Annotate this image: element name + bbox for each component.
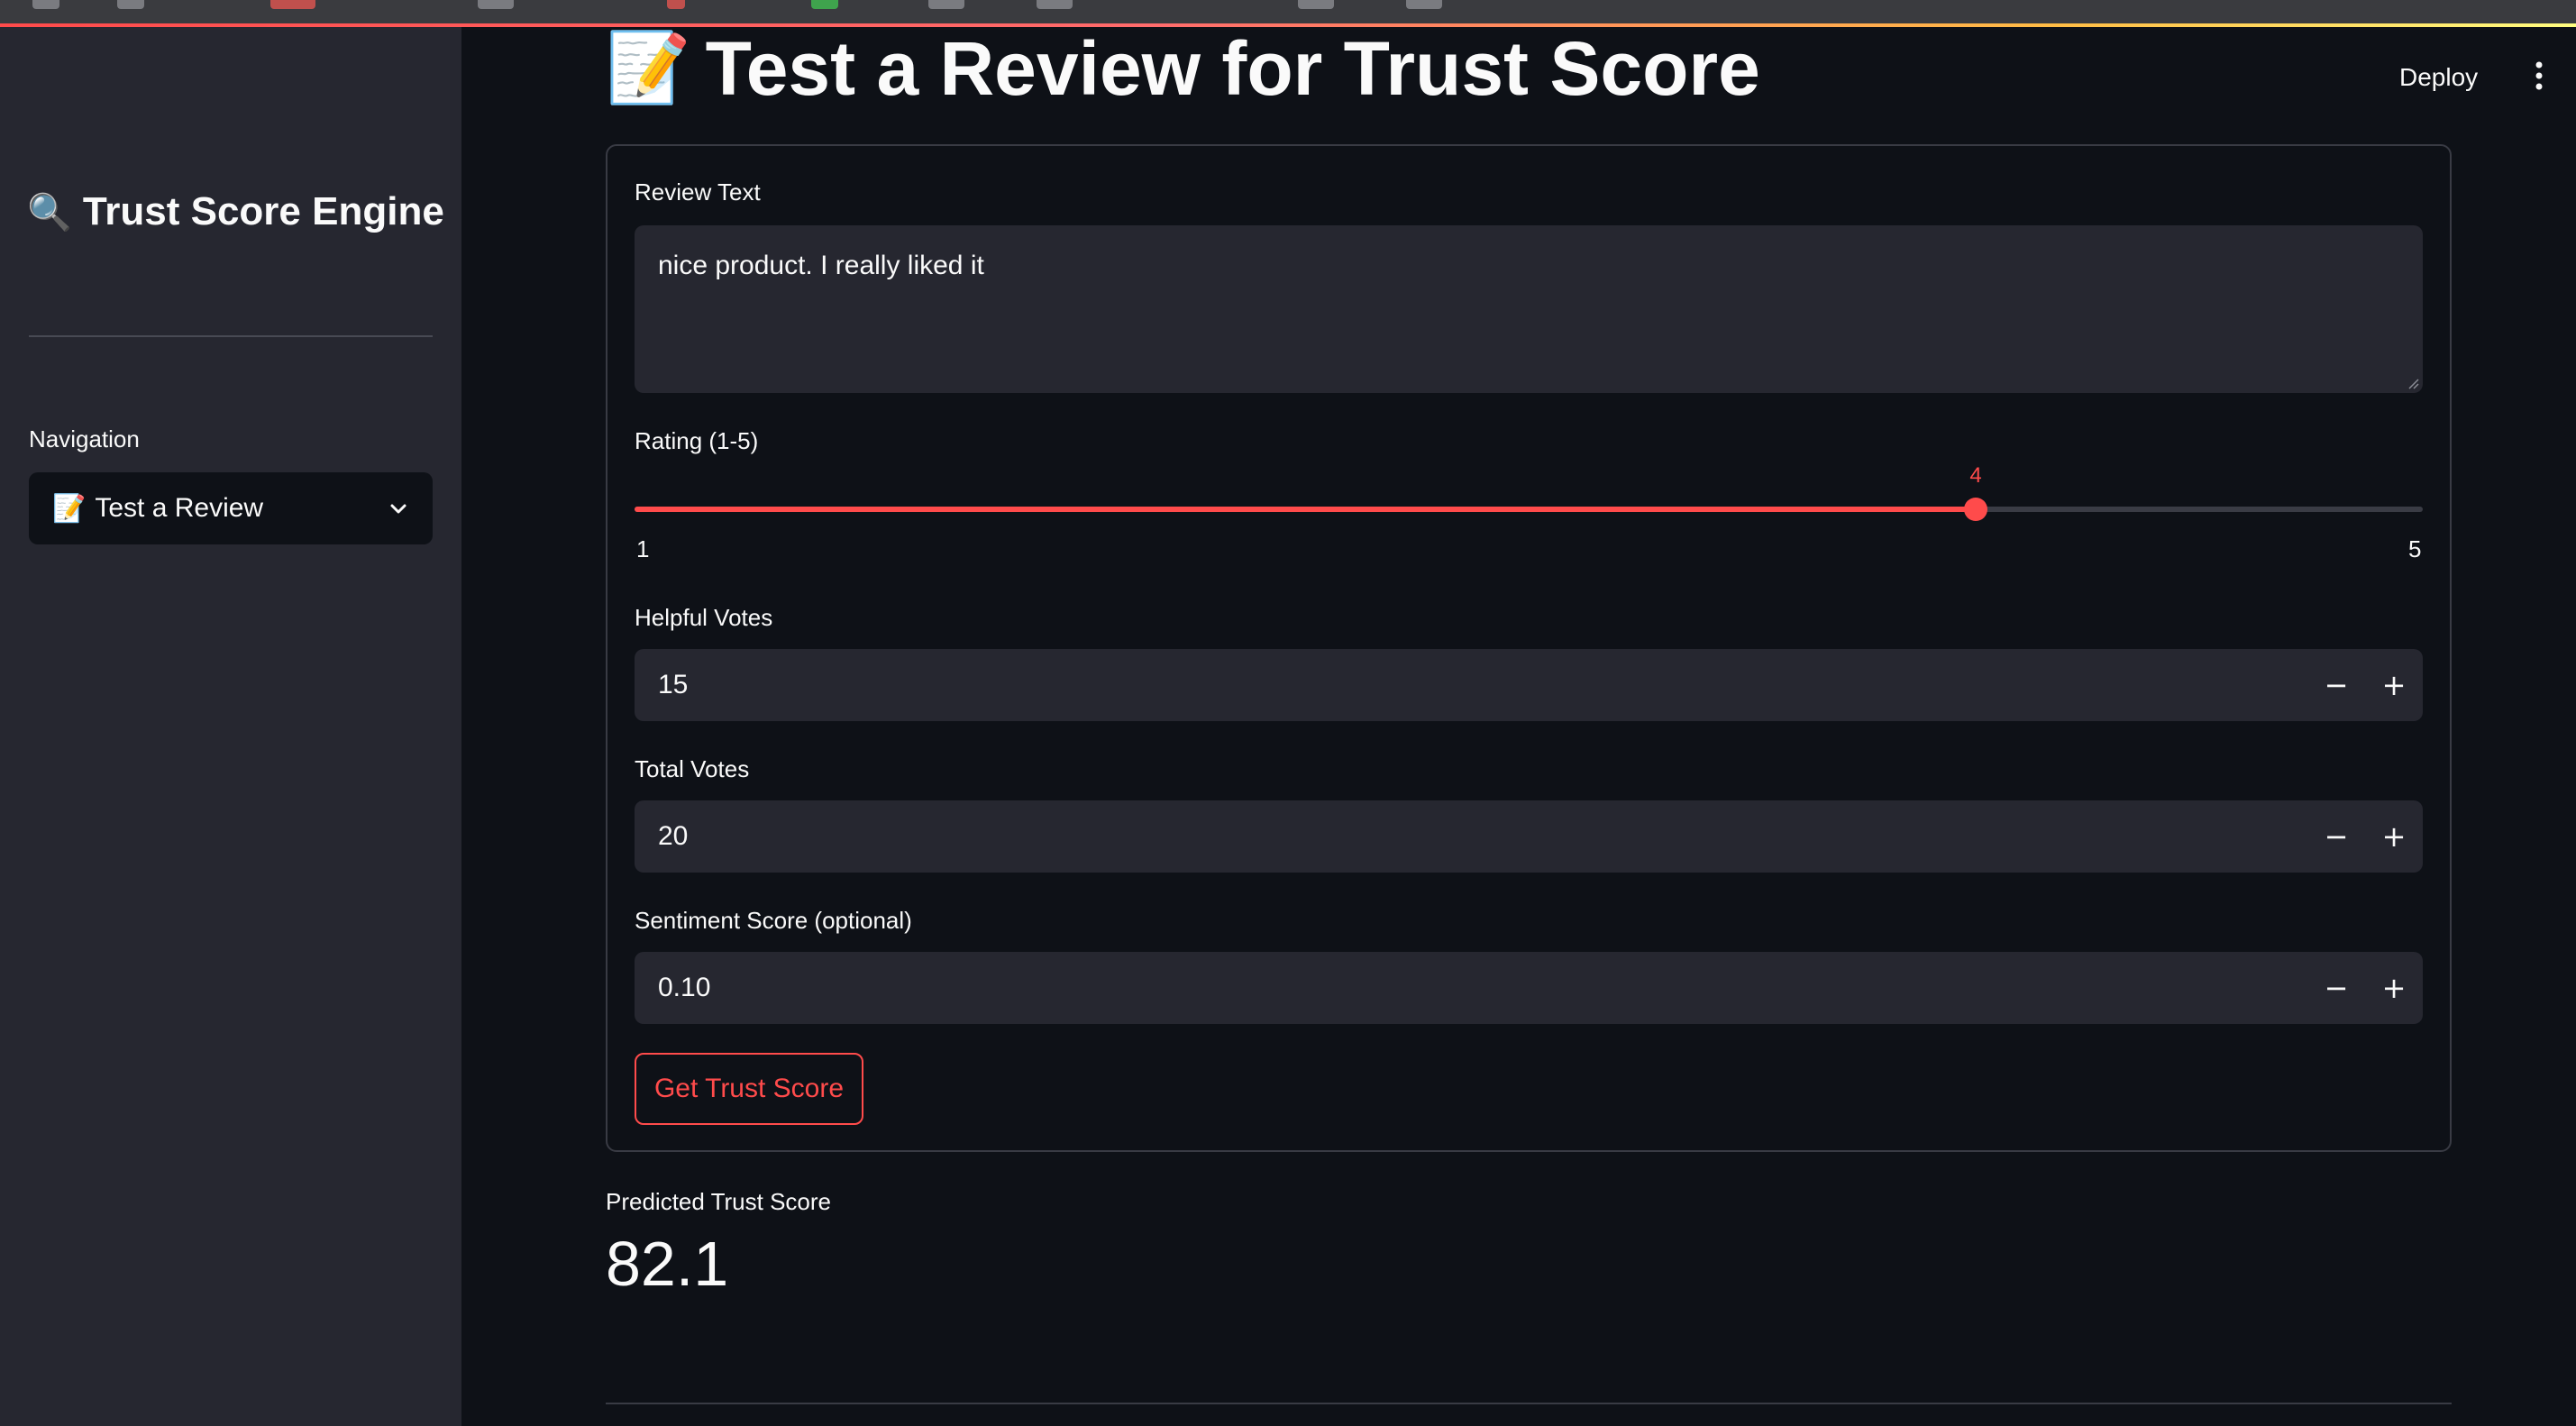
chevron-down-icon <box>390 504 406 514</box>
rating-slider[interactable]: 4 <box>635 463 2423 521</box>
trust-score-label: Predicted Trust Score <box>606 1188 831 1215</box>
helpful-votes-value: 15 <box>658 670 689 699</box>
sidebar: 🔍 Trust Score Engine Navigation 📝 Test a… <box>0 27 461 1426</box>
browser-bookmarks-bar <box>0 0 2576 23</box>
sentiment-score-label: Sentiment Score (optional) <box>635 907 912 934</box>
sidebar-title-text: Trust Score Engine <box>82 189 444 233</box>
deploy-button[interactable]: Deploy <box>2394 59 2483 96</box>
total-votes-value: 20 <box>658 821 689 851</box>
page-title: 📝 Test a Review for Trust Score <box>606 25 1760 112</box>
rating-slider-thumb[interactable] <box>1964 498 1987 521</box>
bookmark-item[interactable] <box>928 0 964 9</box>
bookmark-item[interactable] <box>478 0 514 9</box>
more-options-icon[interactable] <box>2527 59 2551 92</box>
memo-icon: 📝 <box>52 493 87 524</box>
memo-icon: 📝 <box>606 30 691 106</box>
total-votes-increment-button[interactable]: + <box>2365 800 2423 873</box>
get-trust-score-button[interactable]: Get Trust Score <box>635 1053 863 1125</box>
bookmark-item[interactable] <box>1406 0 1442 9</box>
review-text-input[interactable]: nice product. I really liked it <box>635 225 2423 393</box>
total-votes-decrement-button[interactable]: − <box>2307 800 2365 873</box>
helpful-votes-decrement-button[interactable]: − <box>2307 649 2365 721</box>
navigation-select[interactable]: 📝 Test a Review <box>29 472 433 544</box>
review-text-value: nice product. I really liked it <box>658 251 984 280</box>
navigation-selected-value: Test a Review <box>95 493 264 523</box>
bookmark-item[interactable] <box>117 0 144 9</box>
helpful-votes-label: Helpful Votes <box>635 604 773 631</box>
resize-handle-icon[interactable] <box>2405 375 2419 389</box>
bookmark-item[interactable] <box>1037 0 1073 9</box>
page-title-text: Test a Review for Trust Score <box>705 26 1760 111</box>
total-votes-label: Total Votes <box>635 755 750 782</box>
rating-slider-value: 4 <box>1969 463 1982 488</box>
helpful-votes-increment-button[interactable]: + <box>2365 649 2423 721</box>
sentiment-score-increment-button[interactable]: + <box>2365 952 2423 1024</box>
bookmark-item[interactable] <box>270 0 315 9</box>
helpful-votes-input[interactable]: 15 − + <box>635 649 2423 721</box>
navigation-label: Navigation <box>29 425 140 452</box>
rating-label: Rating (1-5) <box>635 427 759 454</box>
magnifier-icon: 🔍 <box>27 192 72 233</box>
sentiment-score-decrement-button[interactable]: − <box>2307 952 2365 1024</box>
review-text-label: Review Text <box>635 178 761 206</box>
bookmark-item[interactable] <box>811 0 838 9</box>
rating-min-label: 1 <box>636 535 650 562</box>
bookmark-item[interactable] <box>1298 0 1334 9</box>
section-divider <box>606 1403 2452 1404</box>
total-votes-input[interactable]: 20 − + <box>635 800 2423 873</box>
sentiment-score-value: 0.10 <box>658 973 711 1002</box>
rating-max-label: 5 <box>2408 535 2422 562</box>
bookmark-item[interactable] <box>667 0 685 9</box>
sentiment-score-input[interactable]: 0.10 − + <box>635 952 2423 1024</box>
sidebar-title: 🔍 Trust Score Engine <box>27 189 451 234</box>
review-form: Review Text nice product. I really liked… <box>606 144 2452 1152</box>
rating-slider-fill <box>635 507 1976 512</box>
sidebar-divider <box>29 335 433 337</box>
bookmark-item[interactable] <box>32 0 59 9</box>
trust-score-value: 82.1 <box>606 1229 729 1299</box>
